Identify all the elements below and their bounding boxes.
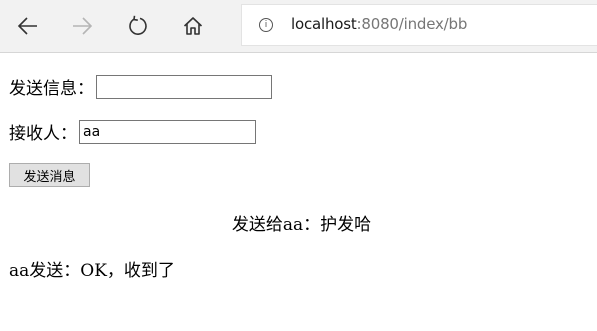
url-host: localhost	[291, 15, 357, 33]
message-label: 发送信息：	[9, 79, 94, 99]
home-button[interactable]	[176, 10, 210, 42]
recipient-label: 接收人：	[9, 124, 77, 144]
message-row: 发送信息：	[9, 74, 272, 99]
message-input[interactable]	[96, 74, 272, 99]
home-icon	[183, 17, 203, 35]
arrow-right-icon	[73, 17, 93, 35]
send-message-button[interactable]: 发送消息	[9, 163, 90, 187]
recipient-row: 接收人：	[9, 119, 256, 144]
arrow-left-icon	[17, 17, 37, 35]
address-bar[interactable]: i localhost:8080/index/bb	[241, 4, 597, 46]
refresh-button[interactable]	[121, 10, 155, 42]
address-url: localhost:8080/index/bb	[291, 15, 467, 33]
url-path: :8080/index/bb	[356, 15, 468, 33]
forward-button[interactable]	[65, 10, 99, 42]
back-button[interactable]	[11, 10, 45, 42]
refresh-icon	[129, 15, 147, 35]
recipient-input[interactable]	[79, 119, 256, 144]
sent-message: 发送给aa：护发哈	[231, 215, 372, 235]
info-icon[interactable]: i	[259, 18, 273, 32]
received-message: aa发送：OK，收到了	[9, 261, 175, 281]
browser-toolbar: i localhost:8080/index/bb	[0, 0, 597, 53]
